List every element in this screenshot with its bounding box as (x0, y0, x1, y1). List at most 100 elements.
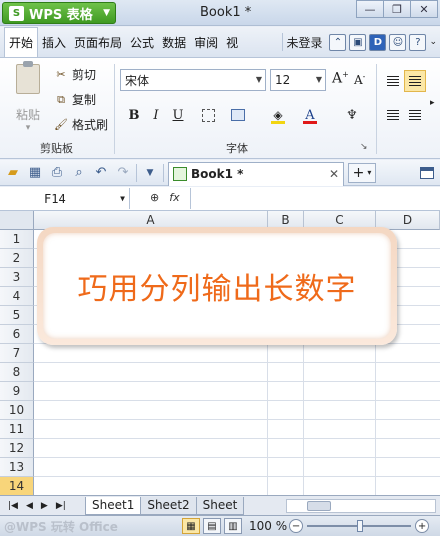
zoom-level[interactable]: 100 % (249, 519, 287, 533)
dialog-launcher-icon[interactable]: ↘ (360, 142, 368, 152)
skin-icon[interactable]: ▣ (349, 33, 367, 51)
row-header[interactable]: 13 (0, 458, 34, 477)
next-sheet-icon[interactable]: ▶ (41, 501, 48, 511)
zoom-slider-knob[interactable] (357, 520, 364, 532)
increase-font-button[interactable]: A+ (332, 70, 349, 87)
zoom-out-button[interactable]: − (289, 519, 304, 533)
tab-formulas[interactable]: 公式 (126, 27, 158, 57)
ribbon-scroll-right-icon[interactable]: ▸ (430, 98, 435, 108)
tab-home[interactable]: 开始 (4, 27, 39, 57)
tab-insert[interactable]: 插入 (38, 27, 70, 57)
customize-toolbar-icon[interactable]: ▼ (141, 164, 159, 182)
row-header[interactable]: 4 (0, 287, 34, 306)
restore-button[interactable]: ❐ (383, 0, 411, 18)
chevron-down-icon[interactable]: ⌄ (429, 37, 437, 47)
horizontal-scrollbar[interactable] (286, 498, 436, 513)
open-folder-icon[interactable]: ▰ (4, 164, 22, 182)
scrollbar-thumb[interactable] (307, 500, 331, 511)
normal-view-button[interactable]: ▦ (182, 518, 200, 534)
spreadsheet-grid[interactable]: A B C D 1 2 3 4 5 6 7 8 9 10 11 12 13 14 巧用分列输出长数字 (0, 211, 440, 495)
paste-button[interactable]: 粘贴 ▾ (8, 61, 48, 134)
align-center-button[interactable] (404, 104, 426, 126)
app-brand: WPS 表格 (29, 7, 93, 23)
layout-toggle-icon[interactable] (420, 166, 434, 179)
docer-icon[interactable]: D (369, 33, 387, 51)
italic-button[interactable]: I (146, 104, 166, 126)
close-button[interactable]: ✕ (410, 0, 438, 18)
zoom-search-icon[interactable]: ⊕ (150, 191, 159, 204)
collapse-ribbon-icon[interactable]: ⌃ (329, 33, 347, 51)
watermark: @WPS 玩转 Office (4, 519, 118, 534)
underline-button[interactable]: U (168, 104, 188, 126)
row-header[interactable]: 6 (0, 325, 34, 344)
close-tab-icon[interactable]: ✕ (329, 167, 339, 181)
document-tab[interactable]: Book1 * ✕ (168, 161, 344, 186)
user-avatar-icon[interactable]: ☺ (389, 33, 407, 51)
clipboard-group-label: 剪贴板 (40, 142, 73, 155)
align-top-button[interactable] (382, 70, 404, 92)
zoom-slider[interactable] (307, 520, 412, 532)
formula-bar: F14 ▼ ⊕ fx (0, 187, 440, 211)
prev-sheet-icon[interactable]: ◀ (26, 501, 33, 511)
fill-color-button[interactable]: ◈ (268, 104, 288, 126)
row-header[interactable]: 11 (0, 420, 34, 439)
login-status[interactable]: 未登录 (286, 34, 322, 51)
row-header[interactable]: 12 (0, 439, 34, 458)
format-painter-button[interactable]: 🖌 格式刷 (54, 116, 108, 133)
paste-icon (16, 61, 40, 94)
merge-cells-icon[interactable] (228, 104, 248, 126)
page-layout-view-button[interactable]: ▤ (203, 518, 221, 534)
font-color-swatch (303, 121, 317, 124)
minimize-button[interactable]: — (356, 0, 384, 18)
save-icon[interactable]: ▦ (26, 164, 44, 182)
tab-review[interactable]: 审阅 (190, 27, 222, 57)
tab-page-layout[interactable]: 页面布局 (70, 27, 126, 57)
redo-icon[interactable]: ↷ (114, 164, 132, 182)
copy-button[interactable]: ⧉ 复制 (54, 91, 96, 108)
print-icon[interactable]: ⎙ (48, 164, 66, 182)
tab-view[interactable]: 视 (222, 27, 242, 57)
spreadsheet-icon (173, 167, 187, 181)
grid-line (34, 419, 440, 420)
row-header[interactable]: 3 (0, 268, 34, 287)
wps-logo-icon: S (9, 5, 24, 21)
row-header[interactable]: 8 (0, 363, 34, 382)
formula-input[interactable] (190, 188, 440, 209)
function-icon[interactable]: fx (169, 191, 179, 204)
row-header[interactable]: 10 (0, 401, 34, 420)
last-sheet-icon[interactable]: ▶| (56, 501, 66, 511)
grid-line (34, 362, 440, 363)
sheet-tab-2[interactable]: Sheet2 (140, 496, 197, 515)
row-header[interactable]: 7 (0, 344, 34, 363)
undo-icon[interactable]: ↶ (92, 164, 110, 182)
align-middle-button[interactable] (404, 70, 426, 92)
borders-icon[interactable] (198, 104, 218, 126)
grid-line (34, 476, 440, 477)
select-all-corner[interactable] (0, 211, 34, 230)
font-color-button[interactable]: A (300, 104, 320, 126)
clear-format-icon[interactable]: ♆ (342, 104, 362, 126)
new-tab-button[interactable]: + ▾ (348, 162, 376, 183)
sheet-tab-1[interactable]: Sheet1 (85, 496, 142, 515)
decrease-font-button[interactable]: A- (354, 72, 365, 87)
sheet-tab-3[interactable]: Sheet (195, 496, 245, 515)
row-header[interactable]: 14 (0, 477, 34, 495)
row-header[interactable]: 5 (0, 306, 34, 325)
help-icon[interactable]: ? (409, 33, 427, 51)
tab-data[interactable]: 数据 (158, 27, 190, 57)
bold-button[interactable]: B (124, 104, 144, 126)
row-header[interactable]: 1 (0, 230, 34, 249)
cut-button[interactable]: ✂ 剪切 (54, 66, 96, 83)
print-preview-icon[interactable]: ⌕ (70, 164, 88, 182)
first-sheet-icon[interactable]: |◀ (8, 501, 18, 511)
page-break-view-button[interactable]: ▥ (224, 518, 242, 534)
row-header[interactable]: 9 (0, 382, 34, 401)
wps-menu-button[interactable]: S WPS 表格 ▼ (2, 2, 116, 24)
row-header[interactable]: 2 (0, 249, 34, 268)
cut-label: 剪切 (72, 68, 97, 82)
zoom-in-button[interactable]: + (415, 519, 430, 533)
align-left-button[interactable] (382, 104, 404, 126)
name-box[interactable]: F14 ▼ (0, 188, 130, 209)
font-size-select[interactable]: 12 ▼ (270, 69, 326, 91)
font-name-select[interactable]: 宋体 ▼ (120, 69, 266, 91)
